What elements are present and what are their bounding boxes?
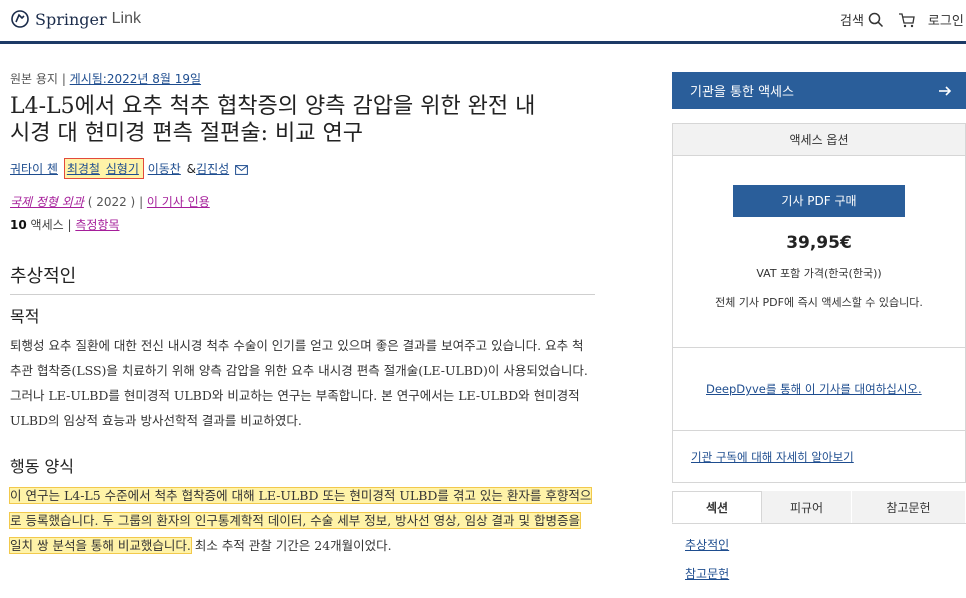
methods-text: 이 연구는 L4-L5 수준에서 척추 협착증에 대해 LE-ULBD 또는 현… xyxy=(8,483,595,558)
highlighted-authors: 최경철 심형기 xyxy=(63,158,144,179)
author-link[interactable]: 김진성 xyxy=(196,162,229,176)
logo-sub: Link xyxy=(111,10,141,27)
arrow-right-icon xyxy=(939,85,952,96)
search-button[interactable]: 검색 xyxy=(840,10,884,29)
title-line-2: 시경 대 현미경 편측 절편술: 비교 연구 xyxy=(10,121,363,146)
access-options-heading: 액세스 옵션 xyxy=(673,124,965,156)
metrics-link[interactable]: 측정항목 xyxy=(75,218,119,232)
springer-link-logo[interactable]: Springer Link xyxy=(10,9,141,29)
published-date-link[interactable]: 게시됨:2022년 8월 19일 xyxy=(70,72,201,86)
journal-year: ( 2022 ) xyxy=(87,195,136,209)
deepdyve-panel: DeepDyve를 통해 이 기사를 대여하십시오. xyxy=(673,348,965,431)
tab-figures[interactable]: 피규어 xyxy=(762,491,852,523)
section-link-list: 추상적인 참고문헌 xyxy=(685,536,729,594)
article-main: 원본 용지 | 게시됨:2022년 8월 19일 L4-L5에서 요추 척추 협… xyxy=(8,70,595,558)
cart-icon[interactable] xyxy=(898,12,916,28)
article-meta: 원본 용지 | 게시됨:2022년 8월 19일 xyxy=(10,72,202,86)
author-amp: & xyxy=(186,162,197,176)
purpose-text: 퇴행성 요추 질환에 대한 전신 내시경 척추 수술이 인기를 얻고 있으며 좋… xyxy=(10,338,588,428)
institution-access-button[interactable]: 기관을 통한 액세스 xyxy=(672,72,966,109)
deepdyve-link[interactable]: DeepDyve를 통해 이 기사를 대여하십시오. xyxy=(706,381,922,397)
cite-link[interactable]: 이 기사 인용 xyxy=(147,195,210,209)
purpose-heading: 목적 xyxy=(10,307,40,326)
logo-name: Springer xyxy=(35,9,107,29)
price: 39,95€ xyxy=(786,233,852,253)
access-options-box: 액세스 옵션 기사 PDF 구매 39,95€ VAT 포함 가격(한국(한국)… xyxy=(672,123,966,483)
springer-horse-icon xyxy=(11,10,29,28)
author-link[interactable]: 최경철 xyxy=(67,162,100,176)
site-header: Springer Link 검색 로그인 xyxy=(0,0,966,44)
tab-sections[interactable]: 섹션 xyxy=(672,491,762,523)
buy-pdf-button[interactable]: 기사 PDF 구매 xyxy=(733,185,905,217)
instant-access-note: 전체 기사 PDF에 즉시 액세스할 수 있습니다. xyxy=(715,296,923,309)
access-label: 액세스 xyxy=(30,218,64,232)
author-list: 궈타이 첸 최경철 심형기 이동찬 &김진성 xyxy=(10,158,595,179)
vat-note: VAT 포함 가격(한국(한국)) xyxy=(756,267,882,280)
article-title: L4-L5에서 요추 척추 협착증의 양측 감압을 위한 완전 내 시경 대 현… xyxy=(10,93,595,147)
mail-icon[interactable] xyxy=(235,164,248,175)
header-actions: 검색 로그인 xyxy=(840,10,964,29)
section-link-references[interactable]: 참고문헌 xyxy=(685,567,729,581)
section-link-abstract[interactable]: 추상적인 xyxy=(685,538,729,552)
section-tabs: 섹션 피규어 참고문헌 xyxy=(672,491,966,524)
journal-line: 국제 정형 외과 ( 2022 ) | 이 기사 인용 xyxy=(10,195,210,209)
subscription-link[interactable]: 기관 구독에 대해 자세히 알아보기 xyxy=(691,449,854,465)
article-type: 원본 용지 xyxy=(10,72,58,86)
access-count: 10 xyxy=(10,218,27,232)
journal-link[interactable]: 국제 정형 외과 xyxy=(10,195,84,209)
search-label: 검색 xyxy=(840,14,864,29)
search-icon xyxy=(868,12,883,27)
tab-references[interactable]: 참고문헌 xyxy=(852,491,966,523)
purchase-panel: 기사 PDF 구매 39,95€ VAT 포함 가격(한국(한국)) 전체 기사… xyxy=(673,156,965,348)
access-line: 10 액세스 | 측정항목 xyxy=(10,218,120,232)
login-link[interactable]: 로그인 xyxy=(928,10,964,29)
author-link[interactable]: 심형기 xyxy=(106,162,139,176)
access-sidebar: 기관을 통한 액세스 액세스 옵션 기사 PDF 구매 39,95€ VAT 포… xyxy=(672,72,966,483)
institution-access-label: 기관을 통한 액세스 xyxy=(690,85,794,100)
author-link[interactable]: 궈타이 첸 xyxy=(10,162,58,176)
methods-rest-text: 최소 추적 관찰 기간은 24개월이었다. xyxy=(190,538,392,553)
title-line-1: L4-L5에서 요추 척추 협착증의 양측 감압을 위한 완전 내 xyxy=(10,94,536,119)
author-link[interactable]: 이동찬 xyxy=(148,162,181,176)
abstract-heading: 추상적인 xyxy=(10,262,595,295)
subscription-panel: 기관 구독에 대해 자세히 알아보기 xyxy=(673,431,965,482)
methods-heading: 행동 양식 xyxy=(10,457,74,476)
